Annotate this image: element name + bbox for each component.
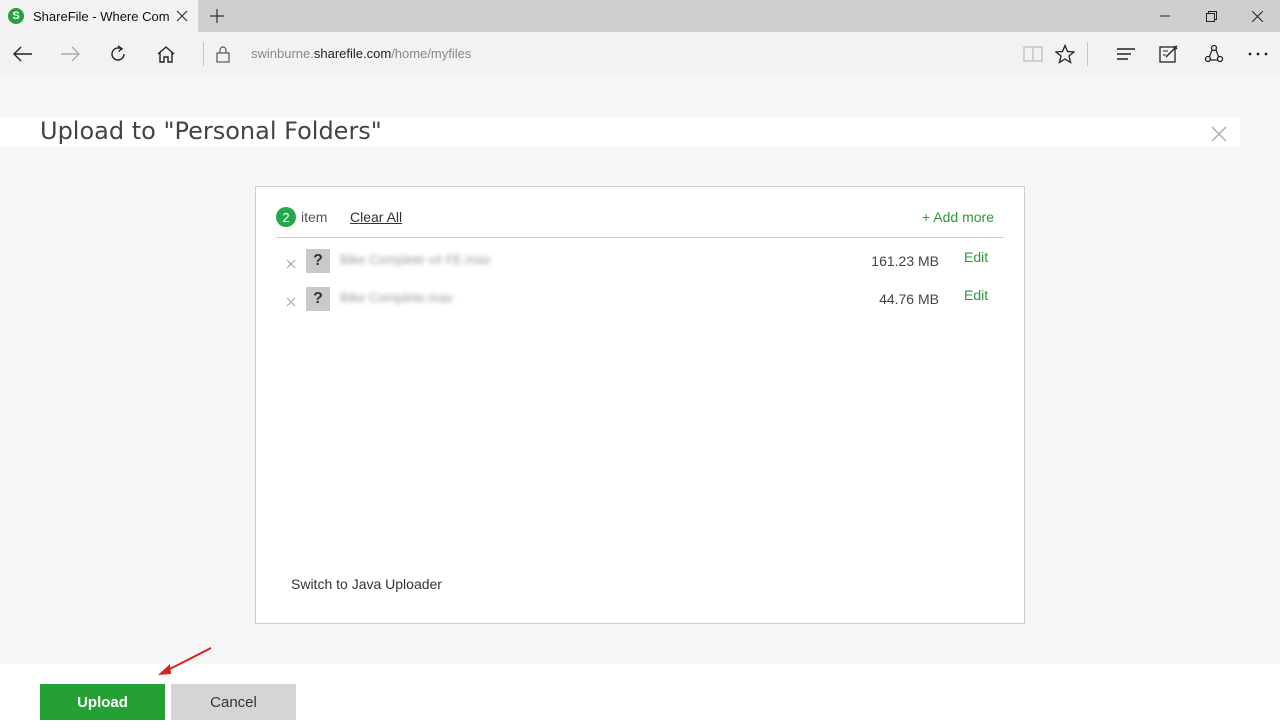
unknown-file-type-icon: ? (306, 287, 330, 311)
file-name: Bike Complete v4 FE.max (340, 252, 491, 267)
forward-arrow-icon[interactable] (58, 42, 82, 66)
new-tab-plus-icon[interactable] (206, 5, 228, 27)
web-note-icon[interactable] (1157, 42, 1181, 66)
window-close-icon[interactable] (1234, 0, 1280, 32)
minimize-icon[interactable] (1142, 0, 1188, 32)
sharefile-favicon-icon: S (8, 8, 24, 24)
file-name: Bike Complete.max (340, 290, 453, 305)
lock-icon[interactable] (215, 45, 231, 63)
file-size: 44.76 MB (879, 291, 939, 307)
more-menu-icon[interactable] (1246, 42, 1270, 66)
item-count-label: item (301, 209, 328, 225)
upload-button[interactable]: Upload (40, 684, 165, 720)
annotation-arrow-icon (158, 647, 212, 675)
hub-icon[interactable] (1114, 42, 1138, 66)
tab-close-icon[interactable] (174, 8, 190, 24)
nav-separator-2 (1087, 42, 1088, 66)
reading-view-icon[interactable] (1021, 42, 1045, 66)
file-size: 161.23 MB (871, 253, 939, 269)
restore-icon[interactable] (1188, 0, 1234, 32)
browser-nav-bar: swinburne.sharefile.com/home/myfiles (0, 32, 1280, 76)
panel-divider (276, 237, 1004, 238)
share-icon[interactable] (1202, 42, 1226, 66)
edit-file-link[interactable]: Edit (964, 287, 988, 303)
dialog-title: Upload to "Personal Folders" (40, 117, 382, 145)
url-path: /home/myfiles (391, 46, 472, 61)
nav-separator (203, 42, 204, 66)
switch-java-uploader-link[interactable]: Switch to Java Uploader (291, 576, 442, 592)
upload-panel: 2 item Clear All + Add more ? Bike Compl… (255, 186, 1025, 624)
cancel-button[interactable]: Cancel (171, 684, 296, 720)
refresh-icon[interactable] (106, 42, 130, 66)
add-more-link[interactable]: + Add more (922, 209, 994, 225)
edit-file-link[interactable]: Edit (964, 249, 988, 265)
item-count-badge: 2 (276, 207, 296, 227)
unknown-file-type-icon: ? (306, 249, 330, 273)
remove-file-icon[interactable] (286, 294, 298, 307)
file-row: ? Bike Complete v4 FE.max 161.23 MB Edit (276, 249, 1004, 277)
browser-tab-bar: S ShareFile - Where Comp (0, 0, 1280, 32)
browser-tab[interactable]: S ShareFile - Where Comp (0, 0, 198, 32)
address-bar[interactable]: swinburne.sharefile.com/home/myfiles (251, 46, 471, 61)
favorite-star-icon[interactable] (1053, 42, 1077, 66)
clear-all-link[interactable]: Clear All (350, 209, 402, 225)
url-host: sharefile.com (313, 46, 392, 61)
tab-title: ShareFile - Where Comp (33, 8, 169, 24)
home-icon[interactable] (154, 42, 178, 66)
file-row: ? Bike Complete.max 44.76 MB Edit (276, 287, 1004, 315)
url-prefix: swinburne. (251, 46, 314, 61)
remove-file-icon[interactable] (286, 256, 298, 269)
dialog-close-icon[interactable] (1211, 126, 1229, 144)
back-arrow-icon[interactable] (11, 42, 35, 66)
